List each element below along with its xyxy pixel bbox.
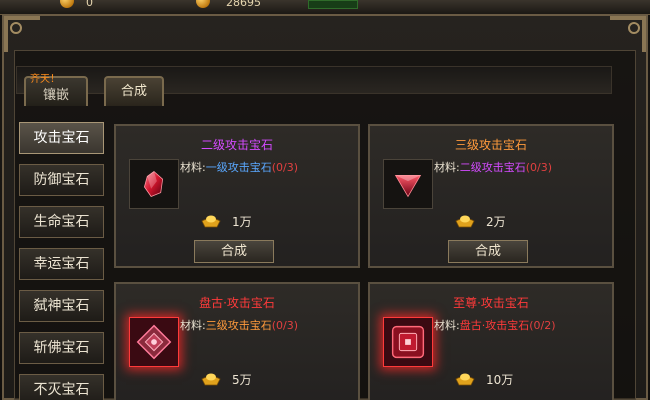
material-name: 一级攻击宝石 <box>205 161 272 174</box>
sidebar-item-defense-gem[interactable]: 防御宝石 <box>19 164 104 196</box>
supreme-gem-icon <box>384 318 432 366</box>
cost-value: 1万 <box>232 215 252 229</box>
tab-badge: 齐天！ <box>30 74 60 85</box>
resource-value-right: 28695 <box>226 0 261 9</box>
tab-label: 合成 <box>120 84 147 99</box>
item-slot[interactable] <box>129 317 179 367</box>
item-slot[interactable] <box>129 159 179 209</box>
synthesis-card: 至尊·攻击宝石 材料:盘古·攻击宝石(0/2) 10万 <box>368 282 614 400</box>
material-line: 材料:一级攻击宝石(0/3) <box>180 159 298 175</box>
cost-value: 10万 <box>486 373 514 387</box>
synthesis-card: 二级攻击宝石 材料:一级攻击宝石(0/3) 1万 合成 <box>114 124 360 268</box>
card-title: 盘古·攻击宝石 <box>199 296 275 310</box>
synthesis-card: 盘古·攻击宝石 材料:三级攻击宝石(0/3) 5万 <box>114 282 360 400</box>
material-line: 材料:二级攻击宝石(0/3) <box>434 159 552 175</box>
card-title: 二级攻击宝石 <box>200 138 273 152</box>
synthesize-button[interactable]: 合成 <box>448 240 528 263</box>
card-title: 至尊·攻击宝石 <box>453 296 529 310</box>
material-count: (0/3) <box>271 319 299 332</box>
cost-row: 10万 <box>454 368 534 388</box>
material-name: 二级攻击宝石 <box>459 161 526 174</box>
synthesize-button[interactable]: 合成 <box>194 240 274 263</box>
resource-value-left: 0 <box>86 0 93 9</box>
gold-ingot-icon <box>201 215 221 228</box>
gold-ingot-icon <box>201 373 221 386</box>
gem-window: 0 28695 镶嵌 齐天！ 合成 攻击宝石 防御宝石 生命宝石 幸运宝石 弑神… <box>0 0 650 400</box>
card-title: 三级攻击宝石 <box>454 138 527 152</box>
sidebar-item-life-gem[interactable]: 生命宝石 <box>19 206 104 238</box>
sidebar-item-immortal-gem[interactable]: 不灭宝石 <box>19 374 104 400</box>
gold-coin-icon <box>196 0 210 8</box>
item-slot[interactable] <box>383 317 433 367</box>
material-line: 材料:三级攻击宝石(0/3) <box>180 317 298 333</box>
sidebar-item-godslayer-gem[interactable]: 弑神宝石 <box>19 290 104 322</box>
material-prefix: 材料: <box>434 161 460 174</box>
tab-synthesis[interactable]: 合成 <box>104 76 164 106</box>
material-count: (0/3) <box>525 161 553 174</box>
material-name: 三级攻击宝石 <box>205 319 272 332</box>
material-prefix: 材料: <box>180 161 206 174</box>
material-line: 材料:盘古·攻击宝石(0/2) <box>434 317 556 333</box>
sidebar-item-buddha-slayer-gem[interactable]: 斩佛宝石 <box>19 332 104 364</box>
material-count: (0/2) <box>529 319 556 332</box>
cost-value: 5万 <box>232 373 252 387</box>
sidebar-item-luck-gem[interactable]: 幸运宝石 <box>19 248 104 280</box>
frame-corner-ornament-icon <box>610 16 646 52</box>
sidebar-item-attack-gem[interactable]: 攻击宝石 <box>19 122 104 154</box>
gold-ingot-icon <box>455 373 475 386</box>
gold-coin-icon <box>60 0 74 8</box>
red-triangle-gem-icon <box>394 174 422 198</box>
pangu-gem-icon <box>130 318 178 366</box>
item-slot[interactable] <box>383 159 433 209</box>
status-bar <box>308 0 358 9</box>
synthesis-card: 三级攻击宝石 材料:二级攻击宝石(0/3) 2万 合成 <box>368 124 614 268</box>
gold-ingot-icon <box>455 215 475 228</box>
material-count: (0/3) <box>271 161 299 174</box>
frame-corner-ornament-icon <box>4 16 40 52</box>
cost-value: 2万 <box>486 215 506 229</box>
tab-label: 镶嵌 <box>42 88 69 103</box>
red-gem-icon <box>143 171 164 197</box>
material-name: 盘古·攻击宝石 <box>459 319 530 332</box>
cost-row: 1万 <box>200 210 280 230</box>
cost-row: 2万 <box>454 210 534 230</box>
material-prefix: 材料: <box>434 319 460 332</box>
material-prefix: 材料: <box>180 319 206 332</box>
top-resource-bar: 0 28695 <box>0 0 650 15</box>
cost-row: 5万 <box>200 368 280 388</box>
